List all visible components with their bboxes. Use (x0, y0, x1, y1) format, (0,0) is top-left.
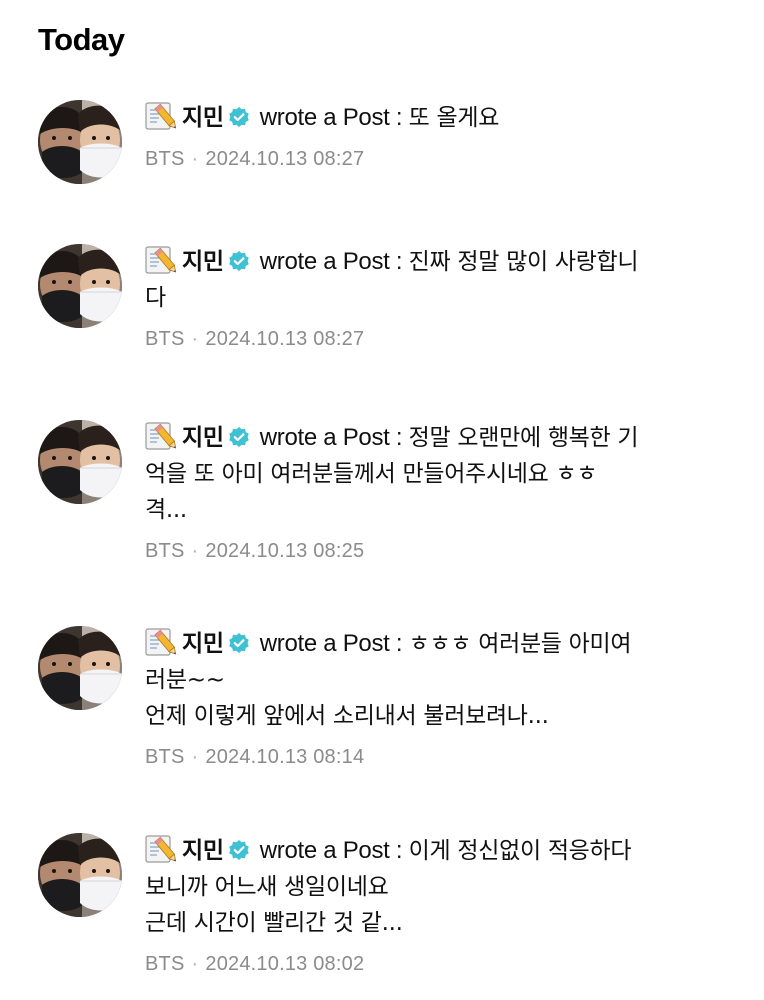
post-text-line: 러분~~ (145, 667, 225, 693)
post-content: 지민 wrote a Post : 또 올게요 BTS · 2024.10.13 0… (145, 100, 735, 171)
post-headline: 지민 wrote a Post : 진짜 정말 많이 사랑합니 (145, 244, 735, 280)
post-text: 또 올게요 (408, 105, 500, 131)
timestamp: 2024.10.13 08:14 (205, 746, 365, 768)
post-content: 지민 wrote a Post : ㅎㅎㅎ 여러분들 아미여 러분~~ 언제 이렇… (145, 626, 735, 769)
meta-separator: · (191, 953, 199, 975)
memo-pencil-icon (145, 834, 177, 864)
timestamp: 2024.10.13 08:27 (205, 148, 365, 170)
avatar[interactable] (38, 244, 122, 328)
post-text: ㅎㅎㅎ 여러분들 아미여 (408, 631, 632, 657)
author-name: 지민 (182, 105, 224, 131)
post-meta: BTS · 2024.10.13 08:02 (145, 953, 735, 976)
post-meta: BTS · 2024.10.13 08:27 (145, 328, 735, 351)
source-label: BTS (145, 328, 185, 350)
post-content: 지민 wrote a Post : 정말 오랜만에 행복한 기 억을 또 아미 … (145, 420, 735, 563)
meta-separator: · (191, 328, 199, 350)
verified-check-icon (228, 247, 250, 271)
verified-check-icon (228, 423, 250, 447)
action-prefix: wrote a Post : (259, 837, 409, 864)
verified-check-icon (228, 629, 250, 653)
author-name: 지민 (182, 425, 224, 451)
source-label: BTS (145, 953, 185, 975)
avatar[interactable] (38, 420, 122, 504)
post-headline: 지민 wrote a Post : 이게 정신없이 적응하다 (145, 833, 735, 869)
post-meta: BTS · 2024.10.13 08:14 (145, 746, 735, 769)
post-text-line: 보니까 어느새 생일이네요 (145, 874, 389, 900)
timestamp: 2024.10.13 08:02 (205, 953, 365, 975)
timestamp: 2024.10.13 08:25 (205, 540, 365, 562)
action-prefix: wrote a Post : (259, 248, 409, 275)
post-text-line: 근데 시간이 빨리간 것 같... (145, 910, 403, 936)
post-content: 지민 wrote a Post : 이게 정신없이 적응하다 보니까 어느새 생… (145, 833, 735, 976)
verified-check-icon (228, 103, 250, 127)
post-text: 이게 정신없이 적응하다 (408, 838, 632, 864)
memo-pencil-icon (145, 245, 177, 275)
section-title: Today (38, 22, 125, 57)
action-prefix: wrote a Post : (259, 104, 409, 131)
post-text: 정말 오랜만에 행복한 기 (408, 425, 639, 451)
post-content: 지민 wrote a Post : 진짜 정말 많이 사랑합니 다 BTS · 20… (145, 244, 735, 351)
post-text-line: 격... (145, 497, 187, 523)
action-prefix: wrote a Post : (259, 630, 409, 657)
post-headline: 지민 wrote a Post : ㅎㅎㅎ 여러분들 아미여 (145, 626, 735, 662)
meta-separator: · (191, 148, 199, 170)
meta-separator: · (191, 540, 199, 562)
post-text: 진짜 정말 많이 사랑합니 (408, 249, 639, 275)
memo-pencil-icon (145, 421, 177, 451)
avatar[interactable] (38, 833, 122, 917)
memo-pencil-icon (145, 101, 177, 131)
source-label: BTS (145, 148, 185, 170)
author-name: 지민 (182, 631, 224, 657)
memo-pencil-icon (145, 627, 177, 657)
post-headline: 지민 wrote a Post : 또 올게요 (145, 100, 735, 136)
timestamp: 2024.10.13 08:27 (205, 328, 365, 350)
post-meta: BTS · 2024.10.13 08:25 (145, 540, 735, 563)
post-headline: 지민 wrote a Post : 정말 오랜만에 행복한 기 (145, 420, 735, 456)
author-name: 지민 (182, 249, 224, 275)
avatar[interactable] (38, 100, 122, 184)
post-text-line: 억을 또 아미 여러분들께서 만들어주시네요 ㅎㅎ (145, 461, 598, 487)
avatar[interactable] (38, 626, 122, 710)
post-meta: BTS · 2024.10.13 08:27 (145, 148, 735, 171)
verified-check-icon (228, 836, 250, 860)
source-label: BTS (145, 540, 185, 562)
meta-separator: · (191, 746, 199, 768)
source-label: BTS (145, 746, 185, 768)
author-name: 지민 (182, 838, 224, 864)
post-text-line: 다 (145, 285, 166, 311)
action-prefix: wrote a Post : (259, 424, 409, 451)
post-text-line: 언제 이렇게 앞에서 소리내서 불러보려나... (145, 703, 549, 729)
